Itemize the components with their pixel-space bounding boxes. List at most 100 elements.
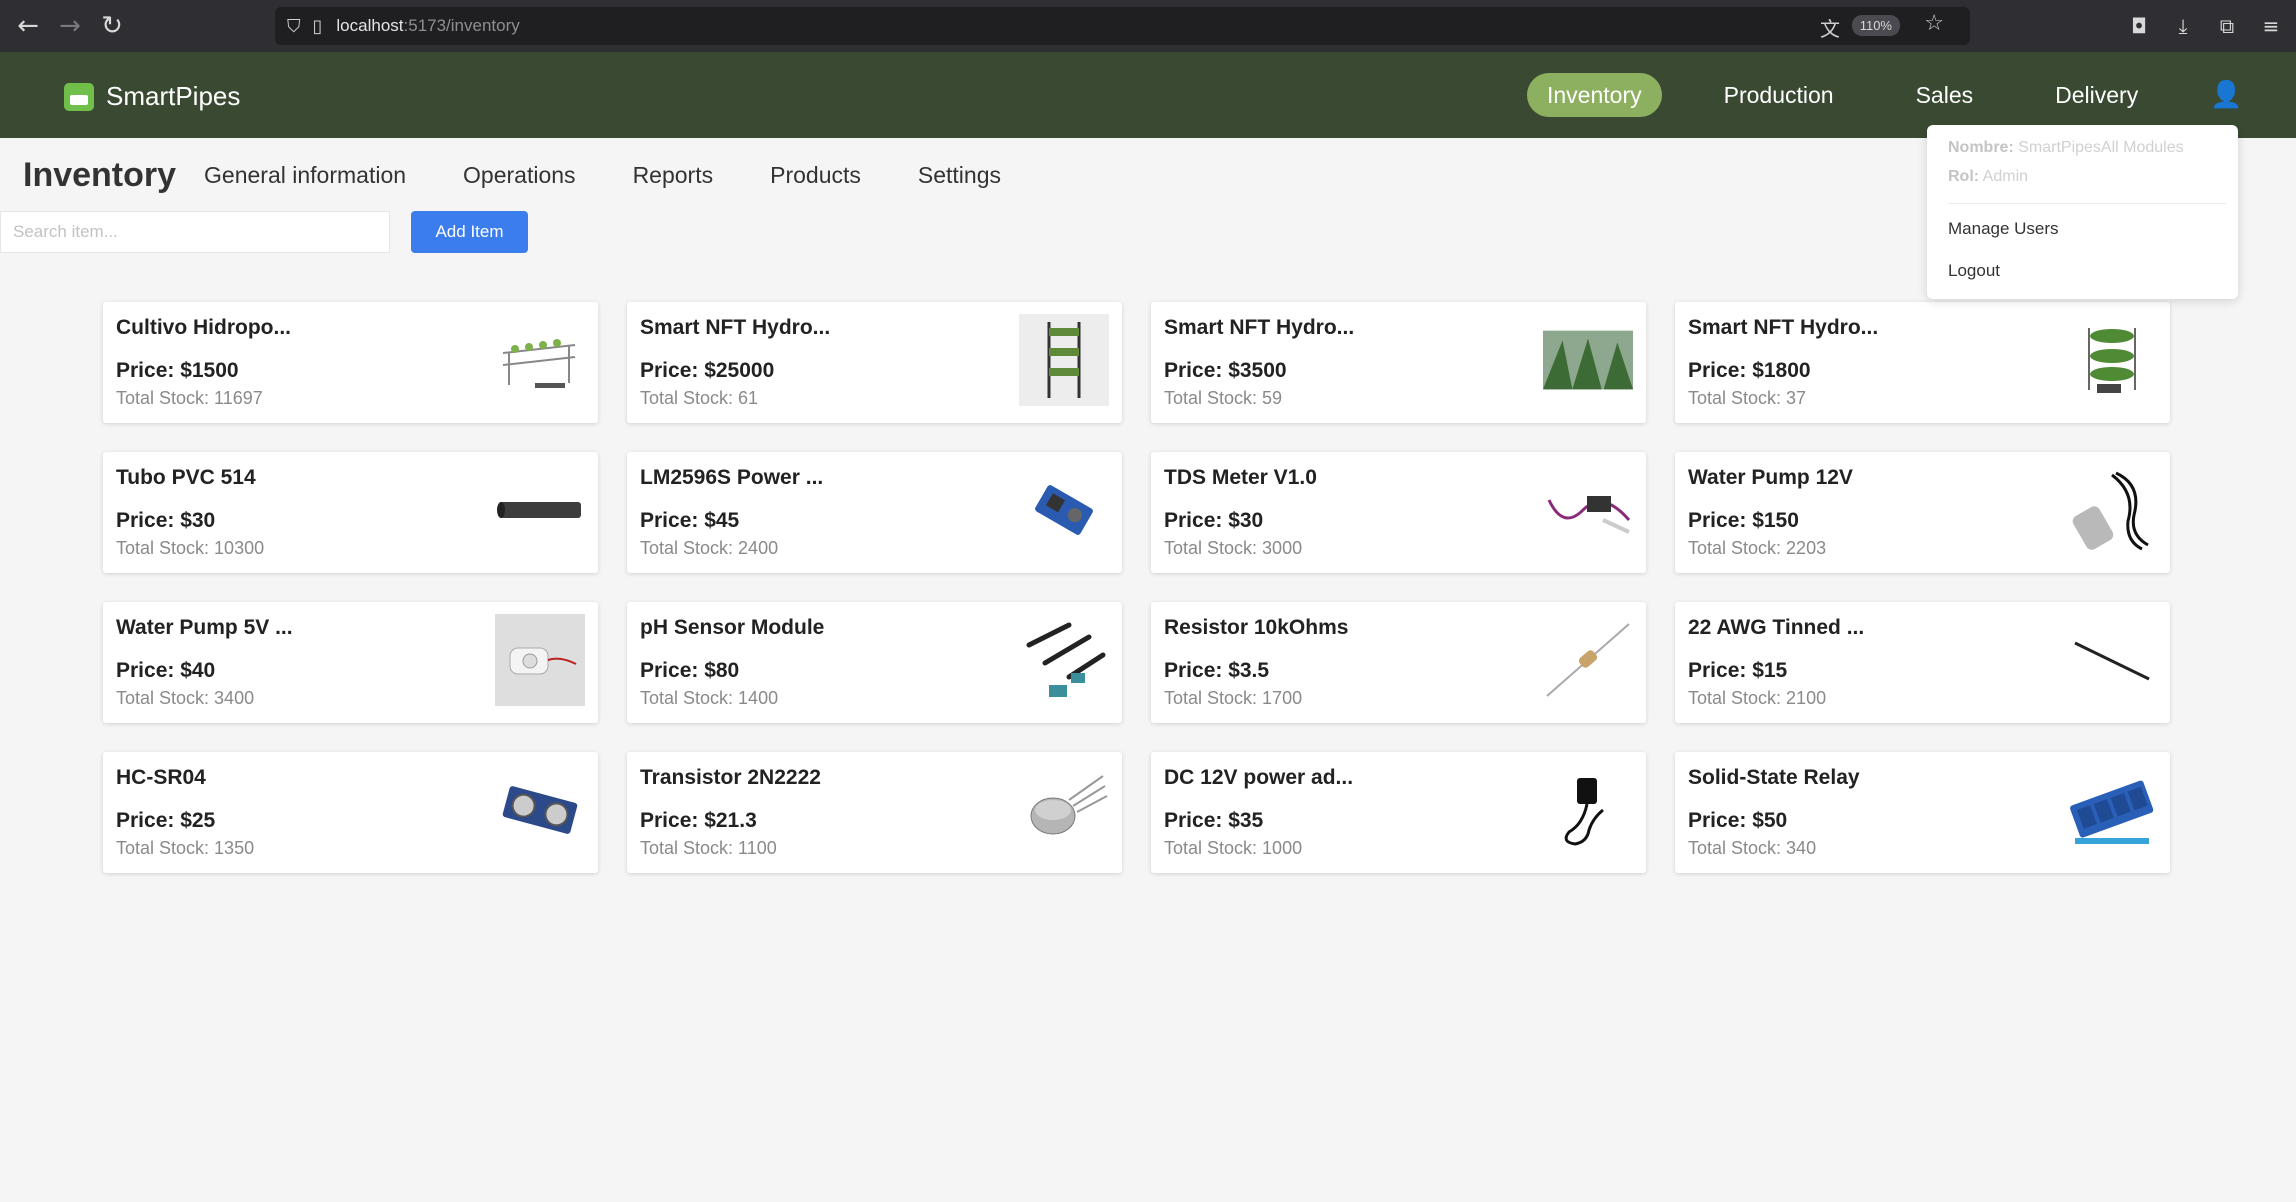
product-price: Price: $1800: [1688, 359, 1811, 382]
brand-name: SmartPipes: [106, 81, 241, 111]
dropdown-divider: [1948, 203, 2226, 204]
user-name-value: SmartPipesAll Modules: [2018, 139, 2184, 156]
user-dropdown: Nombre: SmartPipesAll Modules Rol: Admin…: [1927, 125, 2238, 299]
page-title: Inventory: [23, 155, 177, 194]
product-price: Price: $1500: [116, 359, 239, 382]
wire-image: [2067, 614, 2157, 706]
extensions-icon[interactable]: ⧉: [2210, 14, 2244, 38]
translate-icon[interactable]: 文: [1820, 13, 1840, 42]
sub-nav: Inventory General information Operations…: [23, 150, 1058, 200]
product-card[interactable]: Smart NFT Hydro... Price: $3500 Total St…: [1151, 302, 1646, 423]
browser-toolbar: ← → ↻ ⛉ ▯ localhost:5173/inventory 文 110…: [0, 0, 2296, 52]
product-price: Price: $40: [116, 659, 216, 682]
product-card[interactable]: Water Pump 5V ... Price: $40 Total Stock…: [103, 602, 598, 723]
download-icon[interactable]: ⤓: [2166, 14, 2200, 38]
brand[interactable]: SmartPipes: [64, 81, 240, 112]
product-card[interactable]: Smart NFT Hydro... Price: $25000 Total S…: [627, 302, 1122, 423]
product-name: LM2596S Power ...: [640, 466, 824, 489]
zoom-level[interactable]: 110%: [1851, 15, 1900, 36]
reload-icon[interactable]: ↻: [90, 4, 134, 48]
ph-sensor-image: [1019, 614, 1109, 706]
user-name-line: Nombre: SmartPipesAll Modules: [1948, 139, 2184, 157]
url-path: :5173/inventory: [403, 16, 520, 35]
product-card[interactable]: pH Sensor Module Price: $80 Total Stock:…: [627, 602, 1122, 723]
forward-icon[interactable]: →: [48, 4, 92, 48]
resistor-image: [1543, 614, 1633, 706]
manage-users-item[interactable]: Manage Users: [1948, 219, 2059, 239]
product-name: Resistor 10kOhms: [1164, 616, 1349, 639]
ultrasonic-sensor-image: [495, 764, 585, 856]
product-price: Price: $150: [1688, 509, 1799, 532]
product-stock: Total Stock: 3400: [116, 688, 255, 708]
bookmark-star-icon[interactable]: ☆: [1924, 11, 1944, 36]
power-adapter-image: [1543, 764, 1633, 856]
product-card[interactable]: 22 AWG Tinned ... Price: $15 Total Stock…: [1675, 602, 2170, 723]
tab-products[interactable]: Products: [770, 162, 861, 189]
product-card[interactable]: Resistor 10kOhms Price: $3.5 Total Stock…: [1151, 602, 1646, 723]
plant-tower-image: [2067, 314, 2157, 406]
user-role-value: Admin: [1982, 168, 2029, 185]
main-nav: Inventory Production Sales Delivery: [1527, 73, 2200, 117]
product-stock: Total Stock: 340: [1688, 838, 1817, 858]
product-name: HC-SR04: [116, 766, 206, 789]
product-card[interactable]: Solid-State Relay Price: $50 Total Stock…: [1675, 752, 2170, 873]
product-stock: Total Stock: 37: [1688, 388, 1807, 408]
power-module-image: [1019, 464, 1109, 556]
relay-board-image: [2067, 764, 2157, 856]
url-host: localhost: [336, 16, 404, 35]
hydroponic-rack-image: [495, 314, 585, 406]
product-price: Price: $80: [640, 659, 740, 682]
product-stock: Total Stock: 59: [1164, 388, 1283, 408]
product-name: Cultivo Hidropo...: [116, 316, 291, 339]
product-name: DC 12V power ad...: [1164, 766, 1354, 789]
address-bar[interactable]: ⛉ ▯ localhost:5173/inventory 文 110% ☆: [275, 7, 1970, 45]
vertical-tower-image: [1019, 314, 1109, 406]
product-stock: Total Stock: 2400: [640, 538, 779, 558]
tab-general-information[interactable]: General information: [204, 162, 406, 189]
product-price: Price: $45: [640, 509, 740, 532]
product-card[interactable]: DC 12V power ad... Price: $35 Total Stoc…: [1151, 752, 1646, 873]
product-name: Solid-State Relay: [1688, 766, 1860, 789]
menu-icon[interactable]: ≡: [2254, 14, 2288, 38]
product-price: Price: $30: [116, 509, 216, 532]
brand-logo-icon: [64, 82, 94, 111]
product-price: Price: $30: [1164, 509, 1264, 532]
tab-reports[interactable]: Reports: [633, 162, 714, 189]
product-name: Smart NFT Hydro...: [640, 316, 831, 339]
product-card[interactable]: Tubo PVC 514 Price: $30 Total Stock: 103…: [103, 452, 598, 573]
tab-operations[interactable]: Operations: [463, 162, 576, 189]
product-name: Water Pump 12V: [1688, 466, 1853, 489]
product-stock: Total Stock: 2203: [1688, 538, 1827, 558]
product-stock: Total Stock: 10300: [116, 538, 265, 558]
user-role-line: Rol: Admin: [1948, 168, 2028, 186]
product-name: Transistor 2N2222: [640, 766, 821, 789]
add-item-button[interactable]: Add Item: [411, 211, 528, 253]
back-icon[interactable]: ←: [6, 4, 50, 48]
logout-item[interactable]: Logout: [1948, 261, 2000, 281]
product-card[interactable]: Transistor 2N2222 Price: $21.3 Total Sto…: [627, 752, 1122, 873]
product-stock: Total Stock: 1000: [1164, 838, 1303, 858]
product-price: Price: $21.3: [640, 809, 757, 832]
nav-delivery[interactable]: Delivery: [2035, 73, 2158, 117]
nav-production[interactable]: Production: [1704, 73, 1854, 117]
product-card[interactable]: Smart NFT Hydro... Price: $1800 Total St…: [1675, 302, 2170, 423]
search-input[interactable]: [0, 211, 390, 253]
product-card[interactable]: Water Pump 12V Price: $150 Total Stock: …: [1675, 452, 2170, 573]
product-card[interactable]: Cultivo Hidropo... Price: $1500 Total St…: [103, 302, 598, 423]
product-card[interactable]: TDS Meter V1.0 Price: $30 Total Stock: 3…: [1151, 452, 1646, 573]
product-stock: Total Stock: 3000: [1164, 538, 1303, 558]
product-price: Price: $3.5: [1164, 659, 1270, 682]
product-stock: Total Stock: 11697: [116, 388, 263, 408]
product-name: Smart NFT Hydro...: [1688, 316, 1879, 339]
water-pump-image: [2067, 464, 2157, 556]
user-icon[interactable]: 👤: [2210, 80, 2242, 110]
nav-inventory[interactable]: Inventory: [1527, 73, 1662, 117]
product-card[interactable]: HC-SR04 Price: $25 Total Stock: 1350: [103, 752, 598, 873]
product-card[interactable]: LM2596S Power ... Price: $45 Total Stock…: [627, 452, 1122, 573]
product-price: Price: $15: [1688, 659, 1788, 682]
pocket-icon[interactable]: ◘: [2122, 14, 2156, 38]
product-price: Price: $50: [1688, 809, 1788, 832]
product-price: Price: $35: [1164, 809, 1264, 832]
nav-sales[interactable]: Sales: [1896, 73, 1994, 117]
tab-settings[interactable]: Settings: [918, 162, 1001, 189]
